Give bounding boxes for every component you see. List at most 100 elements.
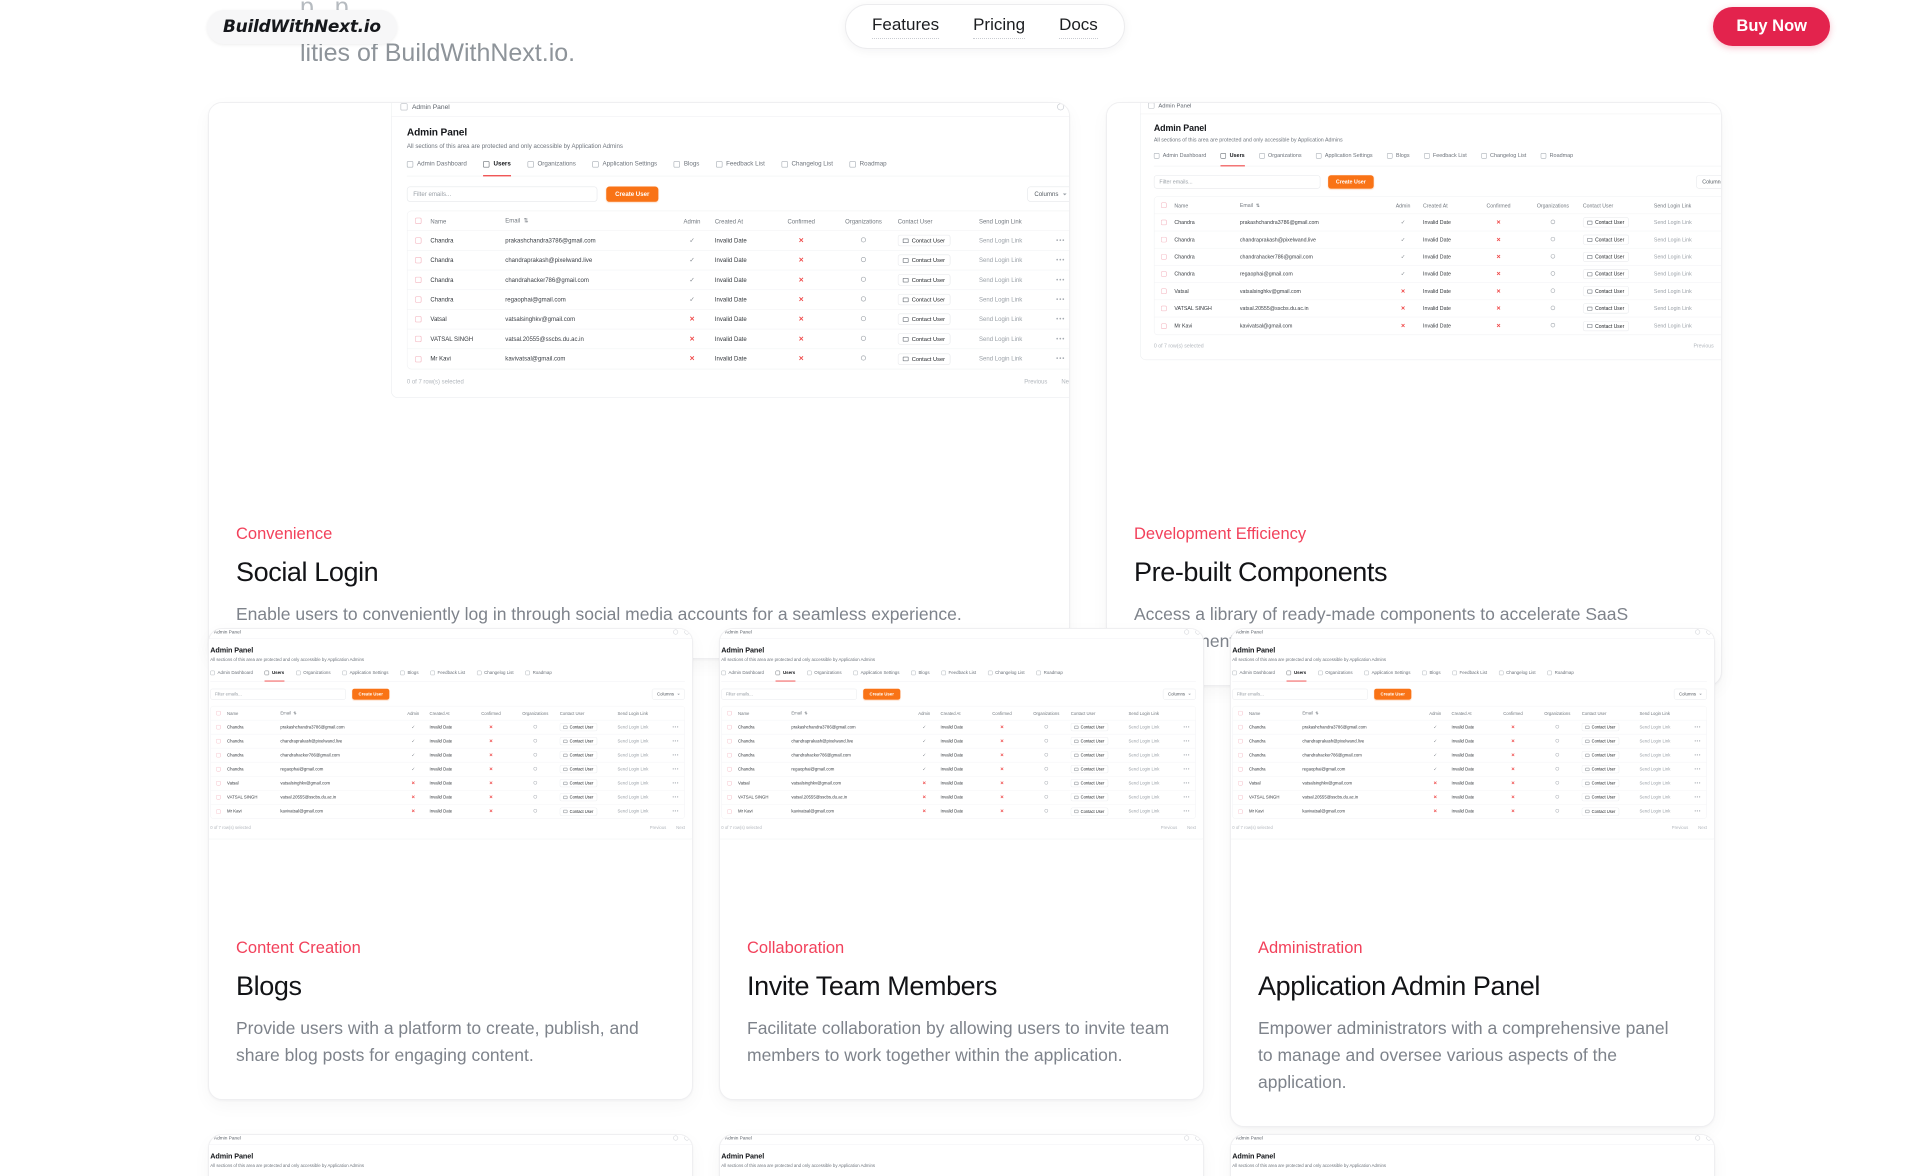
select-all-checkbox[interactable] [1238,710,1249,716]
table-row[interactable]: Chandra chandraprakash@pixelwand.live ✓ … [407,251,1069,271]
mock-tab-feedback-list[interactable]: Feedback List [430,670,465,677]
mock-tab-application-settings[interactable]: Application Settings [1315,153,1373,162]
send-login-link-button[interactable]: Send Login Link [1640,767,1694,772]
send-login-link-button[interactable]: Send Login Link [618,795,672,800]
mock-tab-organizations[interactable]: Organizations [1259,153,1302,162]
table-row[interactable]: Chandra chandraprakash@pixelwand.live ✓ … [1232,734,1707,749]
table-row[interactable]: Chandra chandrahacker786@gmail.com ✓ Inv… [1232,748,1707,763]
table-row[interactable]: Vatsal vatsalsinghkv@gmail.com ✕ Invalid… [1232,776,1707,791]
row-menu-button[interactable]: ••• [1055,316,1065,323]
send-login-link-button[interactable]: Send Login Link [1640,781,1694,786]
contact-user-button[interactable]: Contact User [1582,217,1654,228]
row-menu-button[interactable]: ••• [672,767,679,772]
row-checkbox[interactable] [727,766,738,772]
row-checkbox[interactable] [216,780,227,786]
row-menu-button[interactable]: ••• [672,781,679,786]
contact-user-button[interactable]: Contact User [559,793,618,802]
mock-tab-users[interactable]: Users [775,670,796,682]
nav-link-pricing[interactable]: Pricing [973,15,1026,39]
contact-user-button[interactable]: Contact User [1582,234,1654,245]
contact-user-button[interactable]: Contact User [897,254,979,266]
table-row[interactable]: Mr Kavi kavivatsal@gmail.com ✕ Invalid D… [1154,317,1721,334]
row-checkbox[interactable] [727,780,738,786]
create-user-button[interactable]: Create User [1328,175,1374,189]
filter-emails-input[interactable]: Filter emails... [406,186,598,202]
row-menu-button[interactable]: ••• [1694,781,1701,786]
row-checkbox[interactable] [1161,271,1174,277]
filter-emails-input[interactable]: Filter emails... [1153,175,1321,189]
row-checkbox[interactable] [415,335,430,343]
send-login-link-button[interactable]: Send Login Link [618,809,672,814]
mock-tab-application-settings[interactable]: Application Settings [1364,670,1410,677]
table-row[interactable]: Mr Kavi kavivatsal@gmail.com ✕ Invalid D… [408,349,1069,369]
mock-tab-users[interactable]: Users [1286,670,1307,682]
mock-tab-admin-dashboard[interactable]: Admin Dashboard [1153,153,1206,162]
table-row[interactable]: Chandra regaophai@gmail.com ✓ Invalid Da… [1154,266,1721,283]
mock-tab-feedback-list[interactable]: Feedback List [1452,670,1487,677]
contact-user-button[interactable]: Contact User [1070,765,1129,774]
next-page-button[interactable]: Next [1061,378,1069,385]
mock-tab-roadmap[interactable]: Roadmap [1547,670,1574,677]
row-checkbox[interactable] [216,724,227,730]
table-row[interactable]: Vatsal vatsalsinghkv@gmail.com ✕ Invalid… [721,776,1196,791]
next-page-button[interactable]: Next [1698,825,1707,830]
mock-tab-organizations[interactable]: Organizations [1318,670,1353,677]
send-login-link-button[interactable]: Send Login Link [1129,739,1183,744]
row-menu-button[interactable]: ••• [672,795,679,800]
row-checkbox[interactable] [1161,236,1174,243]
contact-user-button[interactable]: Contact User [1070,737,1129,746]
contact-user-button[interactable]: Contact User [1581,807,1640,816]
mock-tab-organizations[interactable]: Organizations [527,161,576,171]
row-menu-button[interactable]: ••• [1183,739,1190,744]
table-row[interactable]: VATSAL SINGH vatsal.20555@sscbs.du.ac.in… [210,790,685,805]
contact-user-button[interactable]: Contact User [1070,751,1129,760]
row-checkbox[interactable] [415,296,430,303]
mock-tab-blogs[interactable]: Blogs [1422,670,1441,677]
contact-user-button[interactable]: Contact User [897,274,979,286]
row-menu-button[interactable]: ••• [1694,809,1701,814]
table-row[interactable]: Vatsal vatsalsinghkv@gmail.com ✕ Invalid… [1154,283,1721,301]
mock-tab-organizations[interactable]: Organizations [807,670,842,677]
row-checkbox[interactable] [415,316,430,323]
table-row[interactable]: Chandra prakashchandra3786@gmail.com ✓ I… [210,720,685,735]
select-all-checkbox[interactable] [727,710,738,716]
create-user-button[interactable]: Create User [606,186,659,202]
filter-emails-input[interactable]: Filter emails... [1232,688,1368,700]
row-checkbox[interactable] [727,724,738,730]
send-login-link-button[interactable]: Send Login Link [1640,753,1694,758]
row-checkbox[interactable] [1161,219,1174,226]
row-checkbox[interactable] [216,794,227,800]
row-menu-button[interactable]: ••• [1055,257,1065,264]
create-user-button[interactable]: Create User [352,688,390,700]
mock-tab-feedback-list[interactable]: Feedback List [715,161,765,171]
send-login-link-button[interactable]: Send Login Link [1129,753,1183,758]
nav-link-features[interactable]: Features [872,15,940,39]
table-row[interactable]: Chandra regaophai@gmail.com ✓ Invalid Da… [407,290,1069,310]
table-row[interactable]: Chandra regaophai@gmail.com ✓ Invalid Da… [1232,762,1707,777]
contact-user-button[interactable]: Contact User [1582,286,1654,297]
table-row[interactable]: Chandra prakashchandra3786@gmail.com ✓ I… [1154,214,1721,232]
table-row[interactable]: Vatsal vatsalsinghkv@gmail.com ✕ Invalid… [210,776,685,791]
row-checkbox[interactable] [1238,724,1249,730]
feature-card[interactable]: Admin Panel Admin Panel All sections of … [1230,1134,1715,1176]
feature-card[interactable]: Admin Panel Admin Panel All sections of … [208,628,693,1100]
row-checkbox[interactable] [415,355,430,363]
contact-user-button[interactable]: Contact User [1581,723,1640,732]
contact-user-button[interactable]: Contact User [1070,723,1129,732]
row-menu-button[interactable]: ••• [672,725,679,730]
send-login-link-button[interactable]: Send Login Link [618,739,672,744]
send-login-link-button[interactable]: Send Login Link [979,296,1055,303]
table-row[interactable]: VATSAL SINGH vatsal.20555@sscbs.du.ac.in… [721,790,1196,805]
row-checkbox[interactable] [1161,288,1174,295]
contact-user-button[interactable]: Contact User [1070,793,1129,802]
send-login-link-button[interactable]: Send Login Link [1129,795,1183,800]
next-page-button[interactable]: Next [676,825,685,830]
row-checkbox[interactable] [216,809,227,814]
create-user-button[interactable]: Create User [1374,688,1412,700]
send-login-link-button[interactable]: Send Login Link [1654,237,1721,243]
feature-card[interactable]: Admin Panel Admin Panel All sections of … [719,1134,1204,1176]
mock-tab-application-settings[interactable]: Application Settings [592,161,657,171]
contact-user-button[interactable]: Contact User [897,333,979,345]
send-login-link-button[interactable]: Send Login Link [618,781,672,786]
logo[interactable]: BuildWithNext.io [207,10,397,44]
